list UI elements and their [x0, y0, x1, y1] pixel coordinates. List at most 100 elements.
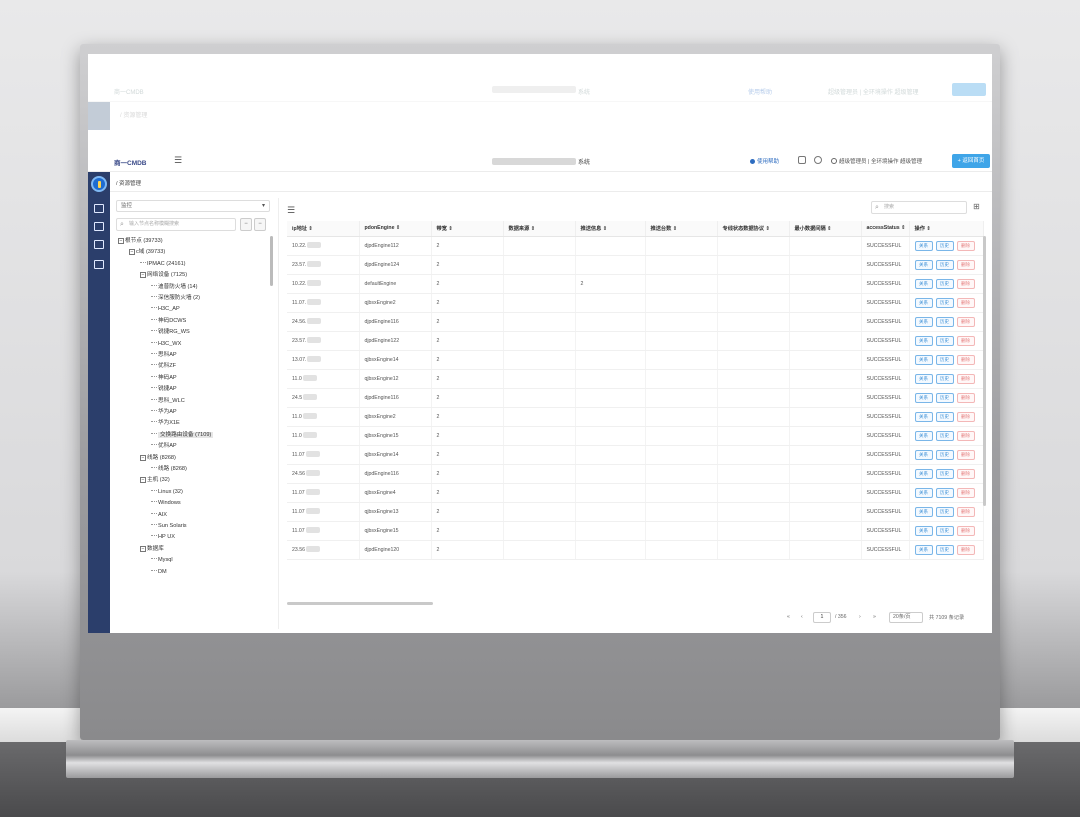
- column-header[interactable]: pdonEngine ⇕: [359, 221, 432, 237]
- relation-button[interactable]: 关系: [914, 259, 933, 270]
- tree-expand-toggle[interactable]: −: [129, 249, 135, 256]
- delete-button[interactable]: 删除: [956, 525, 975, 536]
- first-page-button[interactable]: «: [787, 614, 790, 620]
- page-number-input[interactable]: 1: [813, 612, 831, 623]
- tree-node[interactable]: IPMAC (24161): [140, 259, 186, 269]
- relation-button[interactable]: 关系: [914, 525, 933, 536]
- tree-node[interactable]: AIX: [151, 510, 167, 520]
- tree-node[interactable]: 优科ZF: [151, 361, 176, 371]
- tree-node[interactable]: 思科_WLC: [151, 396, 185, 406]
- history-button[interactable]: 历史: [935, 411, 954, 422]
- table-row[interactable]: 23.57. djpdEngine124 2 SUCCESSFUL 关系 历史 删除: [287, 255, 984, 275]
- delete-button[interactable]: 删除: [956, 240, 975, 251]
- relation-button[interactable]: 关系: [914, 297, 933, 308]
- tree-node[interactable]: 神码DCWS: [151, 316, 186, 326]
- column-header[interactable]: 操作 ⇕: [909, 221, 984, 237]
- grid-icon[interactable]: ⊞: [973, 202, 983, 212]
- table-vscrollbar[interactable]: [983, 236, 986, 506]
- return-home-button[interactable]: + 返回首页: [952, 154, 990, 168]
- tree-node[interactable]: 神码AP: [151, 373, 177, 383]
- tree-scope-select[interactable]: 监控: [116, 200, 270, 212]
- tree-node[interactable]: 交换路由设备 (7109): [151, 430, 214, 440]
- prev-page-button[interactable]: ‹: [801, 614, 803, 620]
- collapse-button[interactable]: −: [240, 218, 252, 231]
- relation-button[interactable]: 关系: [914, 278, 933, 289]
- tree-node[interactable]: Sun Solaris: [151, 521, 187, 531]
- tree-node[interactable]: 思科AP: [151, 350, 177, 360]
- relation-button[interactable]: 关系: [914, 468, 933, 479]
- table-hscrollbar[interactable]: [287, 602, 433, 605]
- last-page-button[interactable]: »: [873, 614, 876, 620]
- history-button[interactable]: 历史: [935, 297, 954, 308]
- tree-node[interactable]: Mysql: [151, 555, 173, 565]
- tree-node[interactable]: 锐捷AP: [151, 384, 177, 394]
- table-row[interactable]: 11.07 qjbsxEngine4 2 SUCCESSFUL 关系 历史 删除: [287, 483, 984, 503]
- table-row[interactable]: 11.07 qjbsxEngine14 2 SUCCESSFUL 关系 历史 删除: [287, 445, 984, 465]
- history-button[interactable]: 历史: [935, 373, 954, 384]
- tree-node[interactable]: HP UX: [151, 532, 175, 542]
- table-row[interactable]: 11.0 qjbsxEngine12 2 SUCCESSFUL 关系 历史 删除: [287, 369, 984, 389]
- table-row[interactable]: 23.56 djpdEngine120 2 SUCCESSFUL 关系 历史 删除: [287, 540, 984, 560]
- tree-node[interactable]: − 线路 (8268): [140, 453, 176, 463]
- table-row[interactable]: 11.07 qjbsxEngine15 2 SUCCESSFUL 关系 历史 删除: [287, 521, 984, 541]
- delete-button[interactable]: 删除: [956, 278, 975, 289]
- tree-scrollbar[interactable]: [270, 236, 273, 286]
- relation-button[interactable]: 关系: [914, 373, 933, 384]
- clock-icon[interactable]: [814, 156, 822, 164]
- tree-node[interactable]: − c域 (39733): [129, 247, 165, 257]
- tree-expand-toggle[interactable]: −: [140, 272, 146, 279]
- column-header[interactable]: 专线状态数据协议 ⇕: [717, 221, 790, 237]
- delete-button[interactable]: 删除: [956, 335, 975, 346]
- history-button[interactable]: 历史: [935, 392, 954, 403]
- tree-expand-toggle[interactable]: −: [118, 238, 124, 244]
- delete-button[interactable]: 删除: [956, 487, 975, 498]
- tree-node[interactable]: H3C_AP: [151, 304, 180, 314]
- delete-button[interactable]: 删除: [956, 430, 975, 441]
- history-button[interactable]: 历史: [935, 278, 954, 289]
- tree-node[interactable]: Linux (32): [151, 487, 183, 497]
- column-header[interactable]: 带宽 ⇕: [431, 221, 504, 237]
- monitor-icon[interactable]: [94, 240, 104, 249]
- brand-avatar[interactable]: [91, 176, 107, 192]
- table-row[interactable]: 24.56. djpdEngine116 2 SUCCESSFUL 关系 历史 删除: [287, 312, 984, 332]
- relation-button[interactable]: 关系: [914, 411, 933, 422]
- history-button[interactable]: 历史: [935, 525, 954, 536]
- app-logo[interactable]: 商一CMDB: [114, 157, 147, 167]
- history-button[interactable]: 历史: [935, 544, 954, 555]
- column-header[interactable]: 推送信息 ⇕: [575, 221, 646, 237]
- column-header[interactable]: 数据来源 ⇕: [503, 221, 576, 237]
- relation-button[interactable]: 关系: [914, 430, 933, 441]
- relation-button[interactable]: 关系: [914, 354, 933, 365]
- delete-button[interactable]: 删除: [956, 506, 975, 517]
- table-row[interactable]: 10.22. djpdEngine112 2 SUCCESSFUL 关系 历史 删除: [287, 236, 984, 256]
- table-search-input[interactable]: 搜索: [871, 201, 967, 214]
- delete-button[interactable]: 删除: [956, 373, 975, 384]
- table-row[interactable]: 11.07. qjbsxEngine2 2 SUCCESSFUL 关系 历史 删除: [287, 293, 984, 313]
- history-button[interactable]: 历史: [935, 430, 954, 441]
- delete-button[interactable]: 删除: [956, 411, 975, 422]
- relation-button[interactable]: 关系: [914, 316, 933, 327]
- network-icon[interactable]: [94, 222, 104, 231]
- delete-button[interactable]: 删除: [956, 297, 975, 308]
- delete-button[interactable]: 删除: [956, 354, 975, 365]
- delete-button[interactable]: 删除: [956, 544, 975, 555]
- tree-node[interactable]: H3C_WX: [151, 339, 181, 349]
- delete-button[interactable]: 删除: [956, 468, 975, 479]
- column-header[interactable]: 推送台数 ⇕: [645, 221, 718, 237]
- tree-node[interactable]: − 主机 (32): [140, 475, 170, 485]
- page-size-select[interactable]: 20条/页: [889, 612, 923, 623]
- relation-button[interactable]: 关系: [914, 240, 933, 251]
- table-row[interactable]: 24.5 djpdEngine116 2 SUCCESSFUL 关系 历史 删除: [287, 388, 984, 408]
- delete-button[interactable]: 删除: [956, 316, 975, 327]
- table-row[interactable]: 13.07. qjbsxEngine14 2 SUCCESSFUL 关系 历史 删除: [287, 350, 984, 370]
- column-menu-icon[interactable]: ☰: [287, 206, 295, 215]
- table-row[interactable]: 24.56 djpdEngine116 2 SUCCESSFUL 关系 历史 删除: [287, 464, 984, 484]
- tree-node[interactable]: DM: [151, 567, 167, 577]
- menu-icon[interactable]: ☰: [174, 156, 182, 165]
- relation-button[interactable]: 关系: [914, 449, 933, 460]
- history-button[interactable]: 历史: [935, 259, 954, 270]
- delete-button[interactable]: 删除: [956, 392, 975, 403]
- relation-button[interactable]: 关系: [914, 487, 933, 498]
- history-button[interactable]: 历史: [935, 506, 954, 517]
- table-row[interactable]: 11.0 qjbsxEngine2 2 SUCCESSFUL 关系 历史 删除: [287, 407, 984, 427]
